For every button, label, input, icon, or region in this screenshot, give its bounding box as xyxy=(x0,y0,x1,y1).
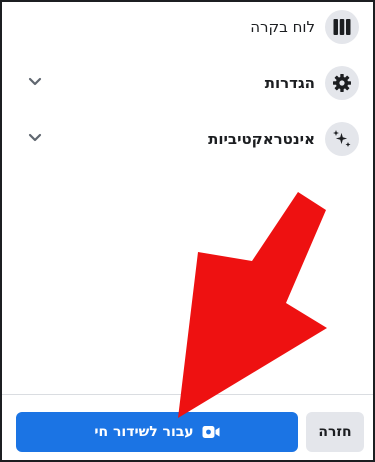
gear-icon xyxy=(325,66,359,100)
go-live-button[interactable]: עבור לשידור חי xyxy=(16,412,298,452)
menu-item-label: הגדרות xyxy=(264,74,315,92)
chevron-down-icon[interactable] xyxy=(28,77,42,87)
menu-item-dashboard[interactable]: לוח בקרה xyxy=(2,7,373,47)
go-live-label: עבור לשידור חי xyxy=(94,424,194,440)
menu-item-settings[interactable]: הגדרות xyxy=(2,63,373,103)
camera-icon xyxy=(202,425,220,439)
back-button[interactable]: חזרה xyxy=(306,412,364,452)
menu-item-label: אינטראקטיביות xyxy=(208,130,315,148)
dashboard-icon xyxy=(325,10,359,44)
back-label: חזרה xyxy=(318,424,352,440)
menu-item-label: לוח בקרה xyxy=(250,18,315,36)
menu-item-interactivity[interactable]: אינטראקטיביות xyxy=(2,119,373,159)
chevron-down-icon[interactable] xyxy=(28,133,42,143)
sparkle-icon xyxy=(325,122,359,156)
side-panel: לוח בקרה הגדרות אינטראקטיביות עבור לשידו… xyxy=(0,0,375,462)
footer-divider xyxy=(2,394,373,395)
